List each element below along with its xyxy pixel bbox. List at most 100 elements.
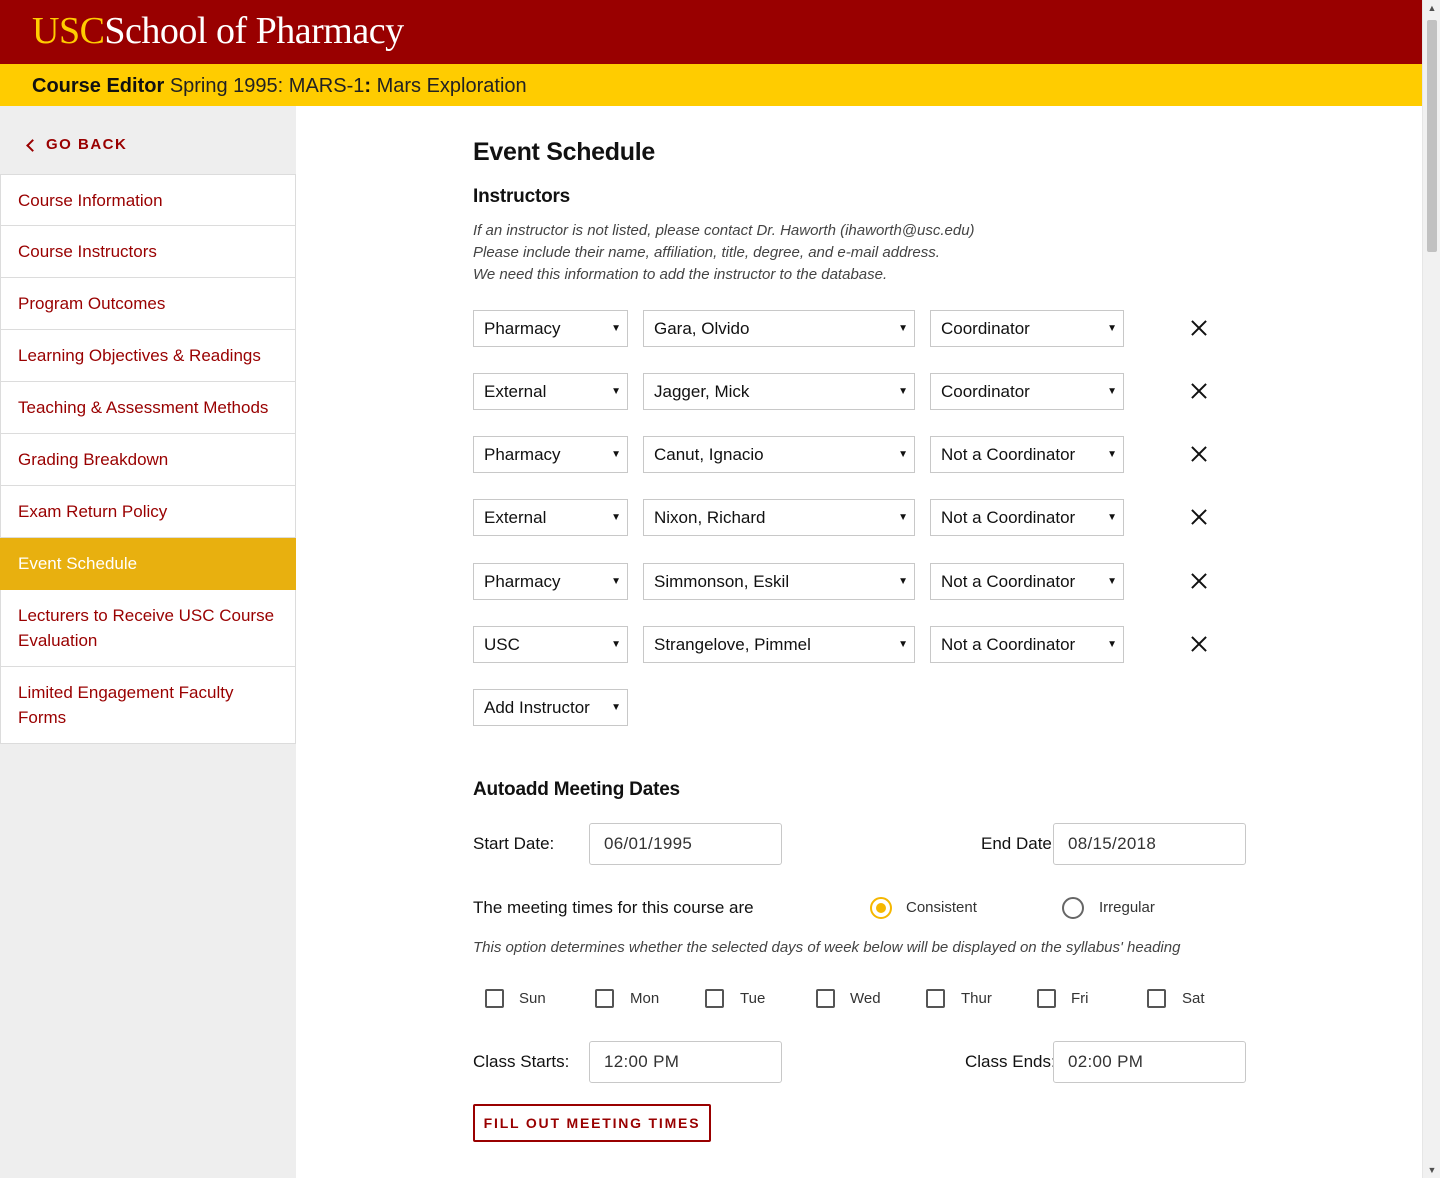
sidebar-item-learning-objectives[interactable]: Learning Objectives & Readings — [0, 330, 296, 382]
dropdown-arrow-icon: ▼ — [1107, 386, 1117, 397]
sidebar-item-course-information[interactable]: Course Information — [0, 174, 296, 226]
irregular-radio-label[interactable]: Irregular — [1099, 899, 1155, 916]
affiliation-select[interactable]: External ▼ — [473, 499, 628, 536]
dropdown-arrow-icon: ▼ — [898, 639, 908, 650]
affiliation-select[interactable]: Pharmacy ▼ — [473, 310, 628, 347]
instructor-name-select[interactable]: Strangelove, Pimmel ▼ — [643, 626, 915, 663]
dropdown-arrow-icon: ▼ — [898, 449, 908, 460]
page-title: Event Schedule — [473, 138, 655, 166]
remove-instructor-close-icon[interactable] — [1188, 633, 1210, 655]
day-checkbox-thur[interactable] — [926, 989, 945, 1008]
day-label-tue[interactable]: Tue — [740, 990, 765, 1007]
affiliation-value: USC — [484, 635, 520, 654]
class-ends-input[interactable]: 02:00 PM — [1053, 1041, 1246, 1083]
instructor-name-value: Strangelove, Pimmel — [654, 635, 811, 654]
day-label-thur[interactable]: Thur — [961, 990, 992, 1007]
sidebar-item-course-instructors[interactable]: Course Instructors — [0, 226, 296, 278]
instructor-name-value: Jagger, Mick — [654, 382, 750, 401]
day-label-mon[interactable]: Mon — [630, 990, 659, 1007]
go-back-link[interactable]: GO BACK — [26, 136, 128, 153]
consistent-radio-label[interactable]: Consistent — [906, 899, 977, 916]
coordinator-role-select[interactable]: Not a Coordinator ▼ — [930, 499, 1124, 536]
coordinator-role-value: Not a Coordinator — [941, 572, 1076, 591]
start-date-input[interactable]: 06/01/1995 — [589, 823, 782, 865]
dropdown-arrow-icon: ▼ — [611, 576, 621, 587]
instructor-name-select[interactable]: Simmonson, Eskil ▼ — [643, 563, 915, 600]
instructor-name-value: Simmonson, Eskil — [654, 572, 790, 591]
affiliation-select[interactable]: Pharmacy ▼ — [473, 436, 628, 473]
instructors-note-line: If an instructor is not listed, please c… — [473, 222, 975, 239]
sidebar-item-grading-breakdown[interactable]: Grading Breakdown — [0, 434, 296, 486]
coordinator-role-select[interactable]: Coordinator ▼ — [930, 373, 1124, 410]
affiliation-value: Pharmacy — [484, 572, 561, 591]
instructor-name-value: Gara, Olvido — [654, 319, 750, 338]
sidebar-item-label: Event Schedule — [18, 554, 138, 573]
sidebar-item-label: Learning Objectives & Readings — [18, 346, 261, 365]
day-checkbox-sat[interactable] — [1147, 989, 1166, 1008]
sidebar-item-exam-return-policy[interactable]: Exam Return Policy — [0, 486, 296, 538]
page-scrollbar[interactable]: ▲ ▼ — [1422, 0, 1440, 1178]
editor-label: Course Editor — [32, 75, 165, 97]
remove-instructor-close-icon[interactable] — [1188, 443, 1210, 465]
remove-instructor-close-icon[interactable] — [1188, 380, 1210, 402]
instructor-name-select[interactable]: Jagger, Mick ▼ — [643, 373, 915, 410]
instructor-name-select[interactable]: Canut, Ignacio ▼ — [643, 436, 915, 473]
class-starts-input[interactable]: 12:00 PM — [589, 1041, 782, 1083]
sidebar-item-event-schedule[interactable]: Event Schedule — [0, 538, 296, 590]
affiliation-select[interactable]: USC ▼ — [473, 626, 628, 663]
meeting-times-label: The meeting times for this course are — [473, 898, 754, 917]
site-logo[interactable]: USCSchool of Pharmacy — [32, 8, 404, 54]
sidebar-item-label: Program Outcomes — [18, 294, 166, 313]
app-window: USCSchool of Pharmacy Course Editor Spri… — [0, 0, 1440, 1178]
coordinator-role-select[interactable]: Not a Coordinator ▼ — [930, 563, 1124, 600]
remove-instructor-close-icon[interactable] — [1188, 317, 1210, 339]
affiliation-select[interactable]: External ▼ — [473, 373, 628, 410]
add-instructor-select[interactable]: Add Instructor ▼ — [473, 689, 628, 726]
course-name: Mars Exploration — [376, 75, 527, 97]
remove-instructor-close-icon[interactable] — [1188, 506, 1210, 528]
day-checkbox-tue[interactable] — [705, 989, 724, 1008]
chevron-left-icon — [26, 138, 39, 152]
brand-school: School of Pharmacy — [104, 10, 404, 52]
consistent-radio[interactable] — [870, 897, 892, 919]
dropdown-arrow-icon: ▼ — [611, 449, 621, 460]
instructor-name-select[interactable]: Gara, Olvido ▼ — [643, 310, 915, 347]
dropdown-arrow-icon: ▼ — [1107, 512, 1117, 523]
end-date-input[interactable]: 08/15/2018 — [1053, 823, 1246, 865]
coordinator-role-select[interactable]: Not a Coordinator ▼ — [930, 436, 1124, 473]
remove-instructor-close-icon[interactable] — [1188, 570, 1210, 592]
scroll-thumb[interactable] — [1427, 20, 1437, 252]
sidebar: GO BACK Course Information Course Instru… — [0, 106, 296, 1178]
sidebar-item-program-outcomes[interactable]: Program Outcomes — [0, 278, 296, 330]
day-label-sat[interactable]: Sat — [1182, 990, 1205, 1007]
day-label-wed[interactable]: Wed — [850, 990, 881, 1007]
scroll-up-arrow-icon[interactable]: ▲ — [1423, 0, 1440, 16]
instructor-name-value: Nixon, Richard — [654, 508, 766, 527]
dropdown-arrow-icon: ▼ — [898, 512, 908, 523]
day-checkbox-wed[interactable] — [816, 989, 835, 1008]
coordinator-role-select[interactable]: Coordinator ▼ — [930, 310, 1124, 347]
scroll-down-arrow-icon[interactable]: ▼ — [1423, 1162, 1440, 1178]
add-instructor-label: Add Instructor — [484, 698, 590, 717]
affiliation-value: External — [484, 508, 547, 527]
day-label-fri[interactable]: Fri — [1071, 990, 1089, 1007]
day-checkbox-fri[interactable] — [1037, 989, 1056, 1008]
day-label-sun[interactable]: Sun — [519, 990, 546, 1007]
coordinator-role-select[interactable]: Not a Coordinator ▼ — [930, 626, 1124, 663]
end-date-label: End Date: — [981, 834, 1057, 853]
coordinator-role-value: Not a Coordinator — [941, 635, 1076, 654]
day-checkbox-mon[interactable] — [595, 989, 614, 1008]
go-back-label: GO BACK — [46, 136, 128, 153]
class-ends-label: Class Ends: — [965, 1052, 1056, 1071]
fill-out-meeting-times-button[interactable]: FILL OUT MEETING TIMES — [473, 1104, 711, 1142]
irregular-radio[interactable] — [1062, 897, 1084, 919]
day-checkbox-sun[interactable] — [485, 989, 504, 1008]
sidebar-nav: Course Information Course Instructors Pr… — [0, 174, 296, 744]
sidebar-item-teaching-assessment[interactable]: Teaching & Assessment Methods — [0, 382, 296, 434]
sidebar-item-limited-engagement[interactable]: Limited Engagement Faculty Forms — [0, 667, 296, 744]
sidebar-item-label: Lecturers to Receive USC Course Evaluati… — [18, 606, 275, 650]
instructor-name-select[interactable]: Nixon, Richard ▼ — [643, 499, 915, 536]
affiliation-select[interactable]: Pharmacy ▼ — [473, 563, 628, 600]
site-header: USCSchool of Pharmacy — [0, 0, 1422, 64]
sidebar-item-lecturers-evaluation[interactable]: Lecturers to Receive USC Course Evaluati… — [0, 590, 296, 667]
